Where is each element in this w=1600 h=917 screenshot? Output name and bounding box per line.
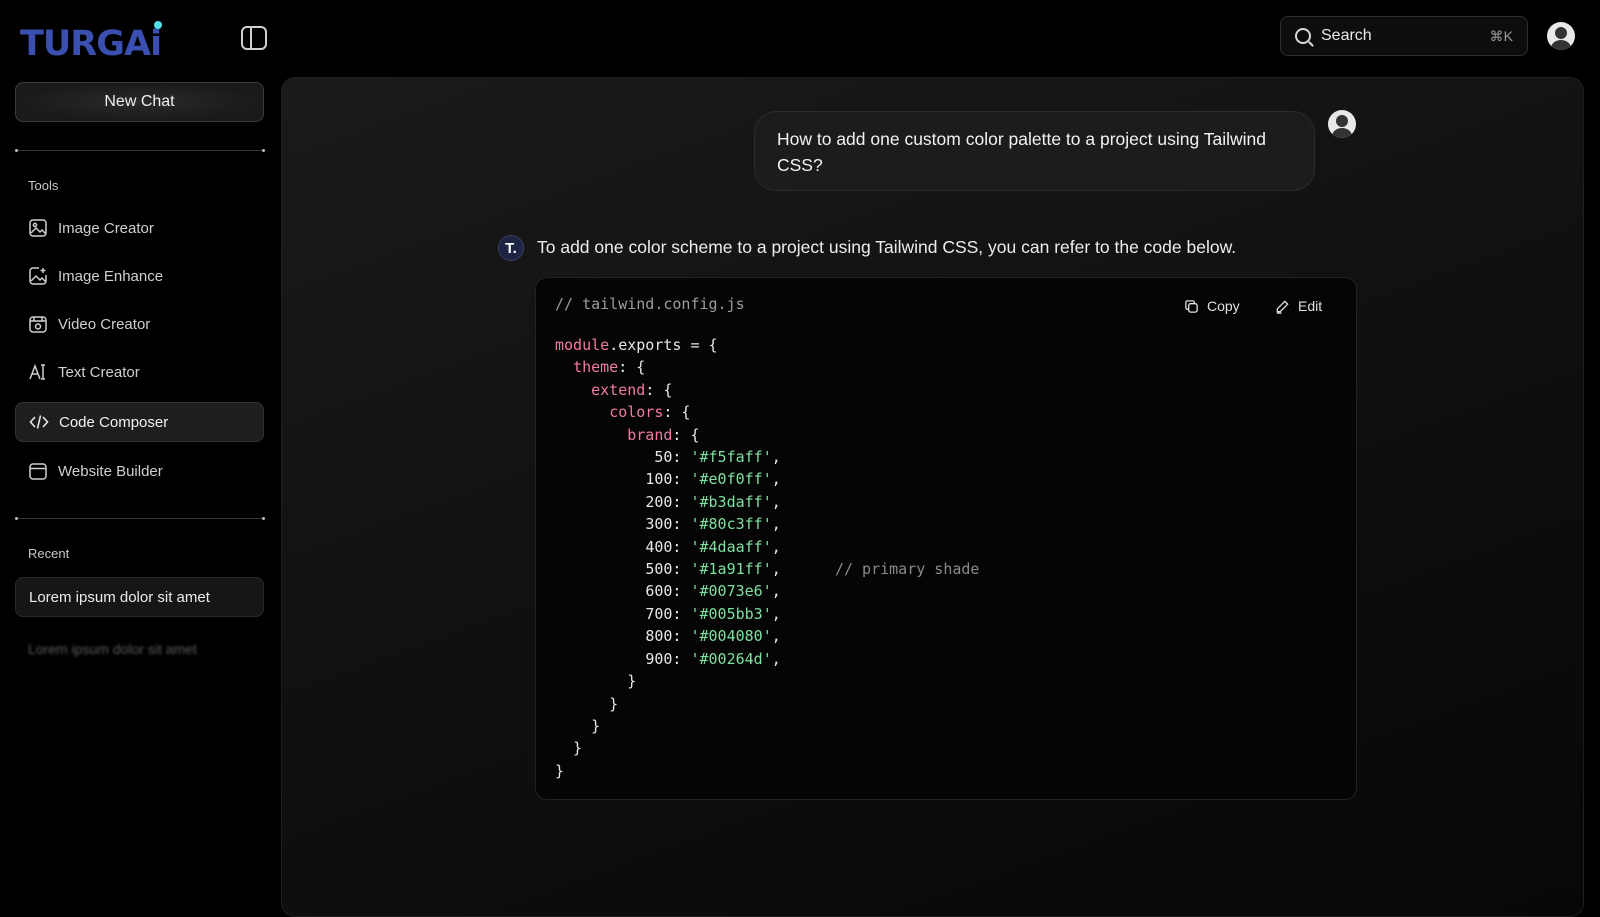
sidebar-item-website-builder[interactable]: Website Builder: [15, 451, 264, 491]
recent-chat-item[interactable]: Lorem ipsum dolor sit amet: [15, 577, 264, 617]
search-label: Search: [1321, 27, 1372, 44]
shade-value: '#4daaff': [690, 537, 772, 556]
code-token: module: [555, 336, 610, 354]
logo-text-turga: TURGA: [20, 24, 151, 64]
code-token: colors: [609, 403, 664, 422]
sidebar-item-text-creator[interactable]: Text Creator: [15, 352, 264, 392]
shade-key: 200: [645, 492, 673, 511]
image-icon: [28, 218, 48, 238]
shade-value: '#80c3ff': [690, 515, 772, 534]
code-icon: [29, 412, 49, 432]
code-comment: // primary shade: [834, 560, 980, 579]
shade-key: 700: [645, 604, 673, 623]
code-line: 50: '#f5faff',: [654, 448, 781, 467]
code-line: 200: '#b3daff',: [645, 492, 781, 511]
code-line: 600: '#0073e6',: [645, 582, 781, 601]
sidebar-item-image-enhance[interactable]: Image Enhance: [15, 256, 264, 296]
code-token: .exports = {: [609, 336, 718, 354]
shade-key: 400: [645, 537, 673, 556]
shade-value: '#1a91ff': [690, 560, 772, 579]
new-chat-label: New Chat: [104, 93, 175, 110]
edit-button[interactable]: Edit: [1275, 298, 1322, 314]
user-message-bubble: How to add one custom color palette to a…: [754, 111, 1315, 191]
shade-value: '#00264d': [690, 649, 772, 668]
sidebar-item-label: Image Enhance: [58, 267, 164, 285]
sidebar-item-label: Video Creator: [58, 315, 151, 333]
copy-icon: [1184, 299, 1199, 314]
user-message-avatar: [1328, 110, 1356, 138]
shade-value: '#b3daff': [690, 492, 772, 511]
text-icon: [28, 362, 48, 382]
sidebar-item-label: Code Composer: [59, 413, 169, 431]
code-filename: // tailwind.config.js: [555, 295, 745, 313]
code-block: // tailwind.config.js Copy Edit module.e…: [535, 277, 1357, 800]
logo-letter-i: i: [150, 21, 163, 64]
shade-value: '#e0f0ff': [690, 470, 772, 489]
user-avatar[interactable]: [1547, 22, 1575, 50]
sidebar-divider: [15, 149, 265, 152]
shade-value: '#004080': [690, 627, 772, 646]
user-message-text: How to add one custom color palette to a…: [777, 129, 1266, 175]
sidebar-item-image-creator[interactable]: Image Creator: [15, 208, 264, 248]
shade-key: 300: [645, 515, 673, 534]
sidebar-item-label: Text Creator: [58, 363, 140, 381]
code-token: theme: [573, 358, 619, 377]
search-icon: [1295, 28, 1311, 44]
sidebar-toggle-icon[interactable]: [241, 26, 267, 50]
shade-key: 500: [645, 560, 673, 579]
code-token: brand: [627, 425, 673, 444]
video-icon: [28, 314, 48, 334]
assistant-avatar: T.: [498, 235, 524, 261]
search-shortcut: ⌘K: [1489, 27, 1513, 44]
recent-chat-label: Lorem ipsum dolor sit amet: [29, 588, 210, 606]
sidebar-item-video-creator[interactable]: Video Creator: [15, 304, 264, 344]
brand-shades: 50: '#f5faff', 100: '#e0f0ff', 200: '#b3…: [555, 448, 979, 668]
shade-key: 900: [645, 649, 673, 668]
code-line: 100: '#e0f0ff',: [645, 470, 781, 489]
edit-label: Edit: [1298, 298, 1323, 314]
recent-section-label: Recent: [28, 546, 70, 561]
copy-label: Copy: [1207, 298, 1240, 314]
code-line: 900: '#00264d',: [645, 649, 781, 668]
sidebar-item-code-composer[interactable]: Code Composer: [15, 402, 264, 442]
code-line: 500: '#1a91ff', // primary shade: [645, 560, 980, 579]
shade-key: 600: [645, 582, 673, 601]
turgai-logo[interactable]: TURGA i: [20, 21, 163, 64]
shade-value: '#005bb3': [690, 604, 772, 623]
assistant-badge-text: T.: [505, 239, 517, 257]
browser-icon: [28, 461, 48, 481]
code-line: 700: '#005bb3',: [645, 604, 781, 623]
sidebar-item-label: Website Builder: [58, 462, 163, 480]
edit-icon: [1275, 299, 1290, 314]
shade-key: 100: [645, 470, 673, 489]
shade-key: 50: [654, 448, 673, 467]
sidebar-divider: [15, 517, 265, 520]
shade-value: '#f5faff': [690, 448, 772, 467]
code-content: module.exports = { theme: { extend: { co…: [555, 336, 980, 780]
shade-key: 800: [645, 627, 673, 646]
code-line: 300: '#80c3ff',: [645, 515, 781, 534]
code-line: 800: '#004080',: [645, 627, 781, 646]
search-input[interactable]: Search ⌘K: [1280, 16, 1528, 56]
new-chat-button[interactable]: New Chat: [15, 82, 264, 122]
code-token: extend: [591, 380, 646, 399]
copy-button[interactable]: Copy: [1184, 298, 1240, 314]
shade-value: '#0073e6': [690, 582, 772, 601]
recent-chat-item-faded[interactable]: Lorem ipsum dolor sit amet: [28, 641, 197, 657]
code-line: 400: '#4daaff',: [645, 537, 781, 556]
tools-section-label: Tools: [28, 178, 59, 193]
assistant-message-text: To add one color scheme to a project usi…: [537, 237, 1237, 257]
image-enhance-icon: [28, 266, 48, 286]
sidebar-item-label: Image Creator: [58, 219, 154, 237]
